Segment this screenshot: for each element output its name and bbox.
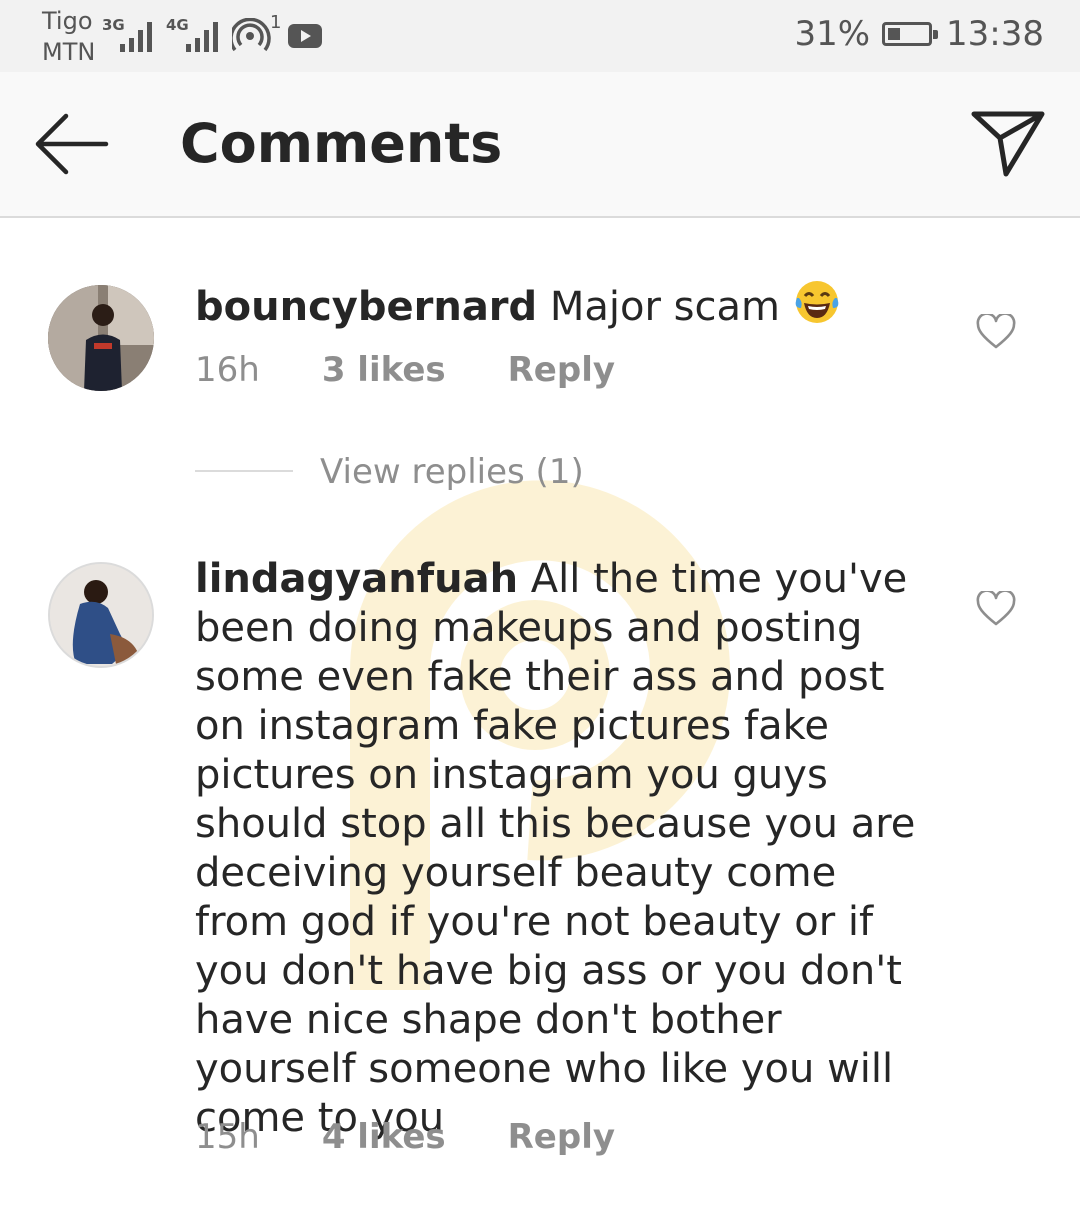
comment-1-reply-button[interactable]: Reply bbox=[508, 350, 615, 390]
youtube-icon bbox=[288, 24, 322, 48]
comment-2-body: lindagyanfuah All the time you've been d… bbox=[195, 555, 935, 1143]
carrier-1: Tigo bbox=[42, 7, 93, 35]
comment-2-likes[interactable]: 4 likes bbox=[322, 1117, 446, 1157]
comment-2-username[interactable]: lindagyanfuah bbox=[195, 556, 518, 602]
page-title: Comments bbox=[180, 112, 503, 175]
hotspot-icon bbox=[232, 18, 271, 52]
like-heart-icon[interactable] bbox=[976, 314, 1016, 350]
status-bar: Tigo MTN 3G 4G 1 31% 13:38 bbox=[0, 0, 1080, 72]
comment-2-reply-button[interactable]: Reply bbox=[508, 1117, 615, 1157]
avatar-bouncybernard[interactable] bbox=[48, 285, 154, 391]
signal-icon-2 bbox=[186, 18, 226, 52]
avatar-lindagyanfuah[interactable] bbox=[48, 562, 154, 668]
view-replies-button[interactable]: View replies (1) bbox=[320, 452, 584, 492]
battery-icon bbox=[882, 22, 939, 46]
comment-1-likes[interactable]: 3 likes bbox=[322, 350, 446, 390]
clock: 13:38 bbox=[946, 14, 1044, 54]
carrier-2: MTN bbox=[42, 38, 96, 66]
battery-fill bbox=[888, 28, 901, 40]
comment-1-body: bouncybernard Major scam bbox=[195, 278, 955, 332]
comment-1-time: 16h bbox=[195, 350, 260, 390]
send-icon[interactable] bbox=[964, 104, 1050, 184]
comment-2-meta: 15h 4 likes Reply bbox=[195, 1117, 677, 1157]
comment-1-meta: 16h 3 likes Reply bbox=[195, 350, 677, 390]
laughing-tears-emoji-icon bbox=[795, 281, 839, 323]
comment-2-text: All the time you've been doing makeups a… bbox=[195, 556, 916, 1141]
battery-percent: 31% bbox=[794, 14, 871, 54]
back-arrow-icon[interactable] bbox=[28, 108, 112, 180]
comment-1-text: Major scam bbox=[549, 284, 780, 330]
signal-icon bbox=[120, 18, 160, 52]
comment-2-time: 15h bbox=[195, 1117, 260, 1157]
comments-header: Comments bbox=[0, 72, 1080, 218]
comment-1-username[interactable]: bouncybernard bbox=[195, 284, 537, 330]
view-replies-line bbox=[195, 470, 293, 472]
avatar-photo bbox=[50, 564, 152, 666]
hotspot-count: 1 bbox=[270, 12, 282, 33]
avatar-photo bbox=[48, 285, 154, 391]
carrier-names: Tigo MTN bbox=[42, 6, 95, 68]
like-heart-icon[interactable] bbox=[976, 591, 1016, 627]
status-right: 31% 13:38 bbox=[794, 14, 1044, 54]
